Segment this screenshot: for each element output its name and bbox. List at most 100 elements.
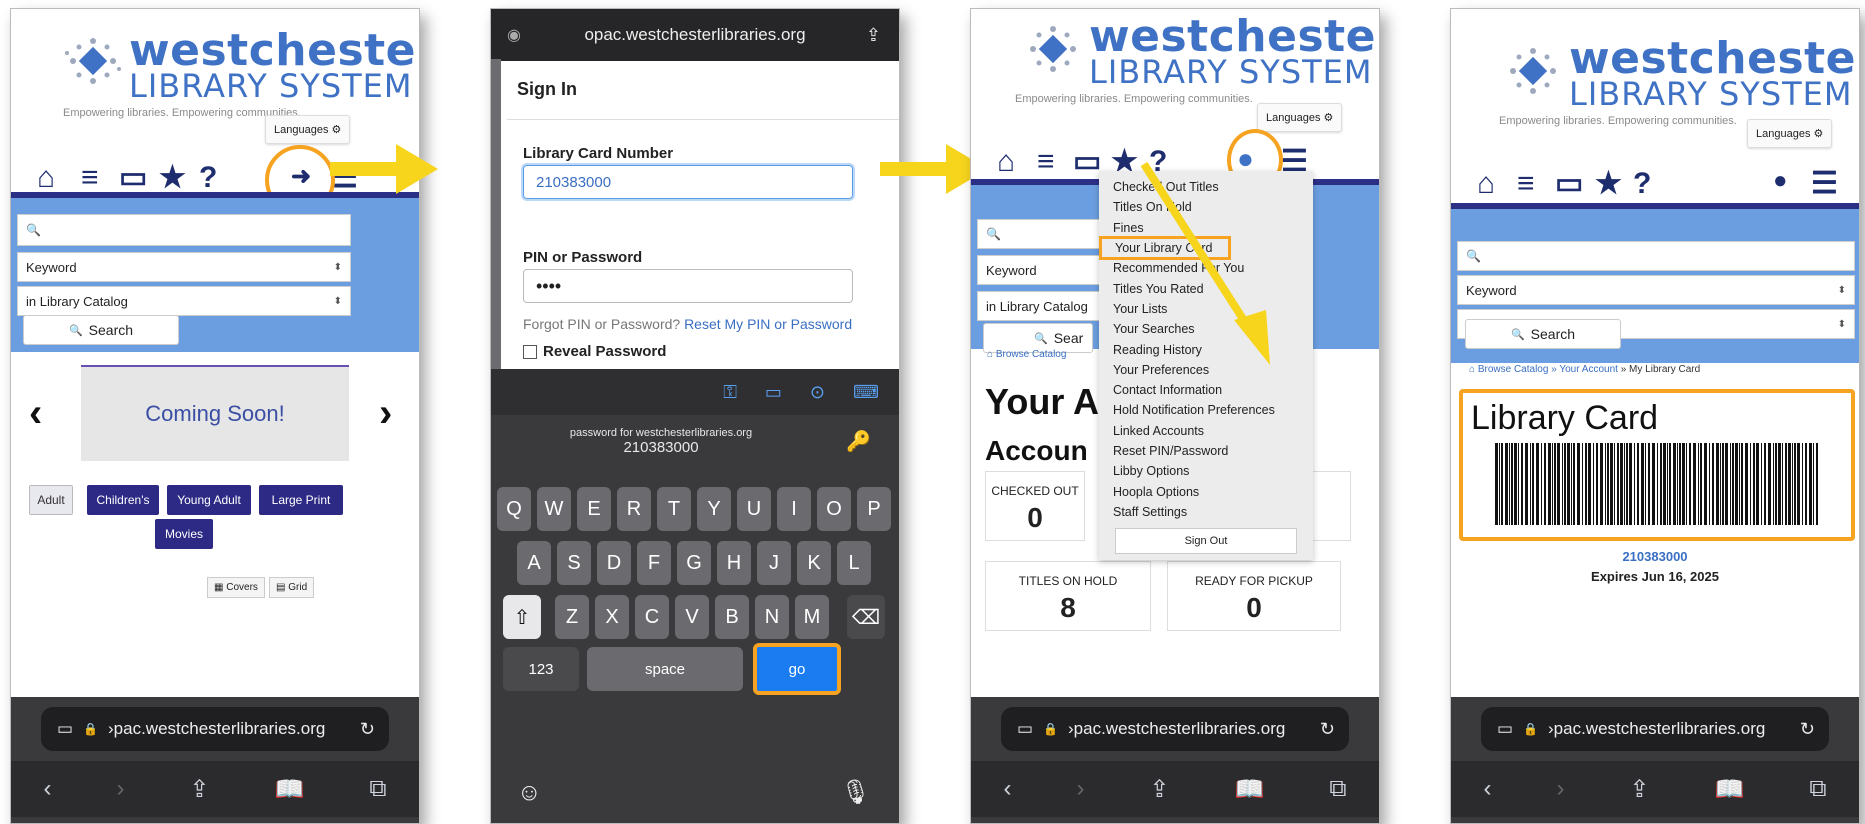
key-t[interactable]: T: [657, 487, 691, 531]
search-input[interactable]: 🔍: [17, 214, 351, 246]
reload-icon[interactable]: ↻: [1320, 719, 1335, 740]
key-o[interactable]: O: [817, 487, 851, 531]
menu-item-hold-notification-preferences[interactable]: Hold Notification Preferences: [1099, 400, 1313, 420]
search-scope-select[interactable]: in Library Catalog ⬍: [17, 286, 351, 316]
search-type-select[interactable]: Keyword ⬍: [17, 252, 351, 282]
languages-button[interactable]: Languages ⚙: [1257, 103, 1343, 132]
url-bar[interactable]: ▭ 🔒 ›pac.westchesterlibraries.org ↻: [1481, 707, 1829, 751]
key-k[interactable]: K: [797, 541, 831, 585]
search-type-select[interactable]: Keyword ⬍: [1457, 275, 1855, 305]
star-icon[interactable]: ★: [1595, 169, 1622, 199]
help-icon[interactable]: ?: [1633, 169, 1651, 199]
key-w[interactable]: W: [537, 487, 571, 531]
key-b[interactable]: B: [715, 595, 749, 639]
menu-item-reset-pin-password[interactable]: Reset PIN/Password: [1099, 441, 1313, 461]
autofill-suggestion[interactable]: password for westchesterlibraries.org 21…: [531, 427, 791, 456]
key-icon[interactable]: ⚿: [723, 382, 737, 403]
key-y[interactable]: Y: [697, 487, 731, 531]
sign-out-button[interactable]: Sign Out: [1115, 528, 1297, 555]
covers-toggle[interactable]: ▦ Covers: [207, 577, 265, 598]
browse-icon[interactable]: ≡: [81, 163, 99, 193]
stat-on-hold[interactable]: TITLES ON HOLD 8: [985, 561, 1151, 631]
url-bar[interactable]: ▭ 🔒 ›pac.westchesterlibraries.org ↻: [1001, 707, 1349, 751]
forward-icon[interactable]: ›: [1076, 775, 1084, 803]
go-key[interactable]: go: [753, 643, 841, 695]
help-icon[interactable]: ?: [199, 163, 217, 193]
account-icon[interactable]: ●: [1773, 169, 1788, 193]
key-e[interactable]: E: [577, 487, 611, 531]
location-icon[interactable]: ⊙: [810, 382, 825, 403]
menu-item-libby-options[interactable]: Libby Options: [1099, 461, 1313, 481]
computer-icon[interactable]: ▭: [119, 163, 147, 193]
microphone-icon[interactable]: 🎙: [841, 778, 871, 807]
key-g[interactable]: G: [677, 541, 711, 585]
menu-item-contact-information[interactable]: Contact Information: [1099, 380, 1313, 400]
stat-checked-out[interactable]: CHECKED OUT 0: [985, 471, 1085, 541]
card-number-input[interactable]: 210383000: [523, 165, 853, 199]
home-icon[interactable]: ⌂: [37, 163, 55, 193]
key-f[interactable]: F: [637, 541, 671, 585]
menu-item-staff-settings[interactable]: Staff Settings: [1099, 502, 1313, 522]
category-childrens[interactable]: Children's: [87, 485, 159, 515]
tabs-overview-icon[interactable]: ⧉: [1329, 775, 1346, 803]
category-movies[interactable]: Movies: [155, 519, 213, 549]
forward-icon[interactable]: ›: [1556, 775, 1564, 803]
key-i[interactable]: I: [777, 487, 811, 531]
checkbox-box[interactable]: [523, 344, 537, 359]
tabs-overview-icon[interactable]: ⧉: [1809, 775, 1826, 803]
breadcrumb-account[interactable]: » Your Account: [1551, 364, 1618, 375]
home-icon[interactable]: ⌂: [997, 147, 1015, 177]
bookmarks-icon[interactable]: 📖: [275, 775, 305, 804]
key-s[interactable]: S: [557, 541, 591, 585]
passwords-key-icon[interactable]: 🔑: [846, 429, 871, 454]
category-adult[interactable]: Adult: [29, 485, 73, 515]
menu-item-linked-accounts[interactable]: Linked Accounts: [1099, 421, 1313, 441]
space-key[interactable]: space: [587, 647, 743, 691]
share-icon[interactable]: ⇪: [1629, 775, 1649, 804]
share-icon[interactable]: ⇪: [1149, 775, 1169, 804]
share-icon[interactable]: ⇪: [866, 25, 881, 46]
home-icon[interactable]: ⌂: [1477, 169, 1495, 199]
carousel-slide[interactable]: Coming Soon!: [81, 365, 349, 461]
numbers-key[interactable]: 123: [503, 647, 579, 691]
delete-key[interactable]: ⌫: [847, 595, 885, 639]
star-icon[interactable]: ★: [159, 163, 186, 193]
browse-icon[interactable]: ≡: [1037, 147, 1055, 177]
grid-toggle[interactable]: ▤ Grid: [269, 577, 315, 598]
reveal-password-checkbox[interactable]: Reveal Password: [523, 343, 666, 360]
key-a[interactable]: A: [517, 541, 551, 585]
back-icon[interactable]: ‹: [43, 775, 51, 803]
menu-icon[interactable]: ☰: [1811, 169, 1838, 199]
back-icon[interactable]: ‹: [1483, 775, 1491, 803]
key-n[interactable]: N: [755, 595, 789, 639]
emoji-icon[interactable]: ☺: [517, 779, 542, 807]
search-button[interactable]: 🔍 Search: [1465, 319, 1621, 349]
category-large-print[interactable]: Large Print: [259, 485, 343, 515]
bookmarks-icon[interactable]: 📖: [1235, 775, 1265, 804]
reset-pin-link[interactable]: Reset My PIN or Password: [684, 316, 852, 332]
url-bar[interactable]: ▭ 🔒 ›pac.westchesterlibraries.org ↻: [41, 707, 389, 751]
key-d[interactable]: D: [597, 541, 631, 585]
carousel-next-arrow[interactable]: ›: [379, 391, 392, 436]
key-c[interactable]: C: [635, 595, 669, 639]
key-u[interactable]: U: [737, 487, 771, 531]
languages-button[interactable]: Languages ⚙: [1747, 119, 1833, 148]
computer-icon[interactable]: ▭: [1073, 147, 1101, 177]
tabs-overview-icon[interactable]: ⧉: [369, 775, 386, 803]
card-icon[interactable]: ▭: [765, 382, 782, 403]
key-x[interactable]: X: [595, 595, 629, 639]
key-m[interactable]: M: [795, 595, 829, 639]
reload-icon[interactable]: ↻: [1800, 719, 1815, 740]
key-v[interactable]: V: [675, 595, 709, 639]
key-j[interactable]: J: [757, 541, 791, 585]
bookmarks-icon[interactable]: 📖: [1715, 775, 1745, 804]
keyboard-icon[interactable]: ⌨: [853, 382, 879, 403]
key-r[interactable]: R: [617, 487, 651, 531]
search-button[interactable]: 🔍 Search: [23, 315, 179, 345]
back-icon[interactable]: ‹: [1003, 775, 1011, 803]
shift-key[interactable]: ⇧: [503, 595, 541, 639]
search-input[interactable]: 🔍: [1457, 241, 1855, 271]
key-h[interactable]: H: [717, 541, 751, 585]
category-young-adult[interactable]: Young Adult: [167, 485, 251, 515]
computer-icon[interactable]: ▭: [1555, 169, 1583, 199]
